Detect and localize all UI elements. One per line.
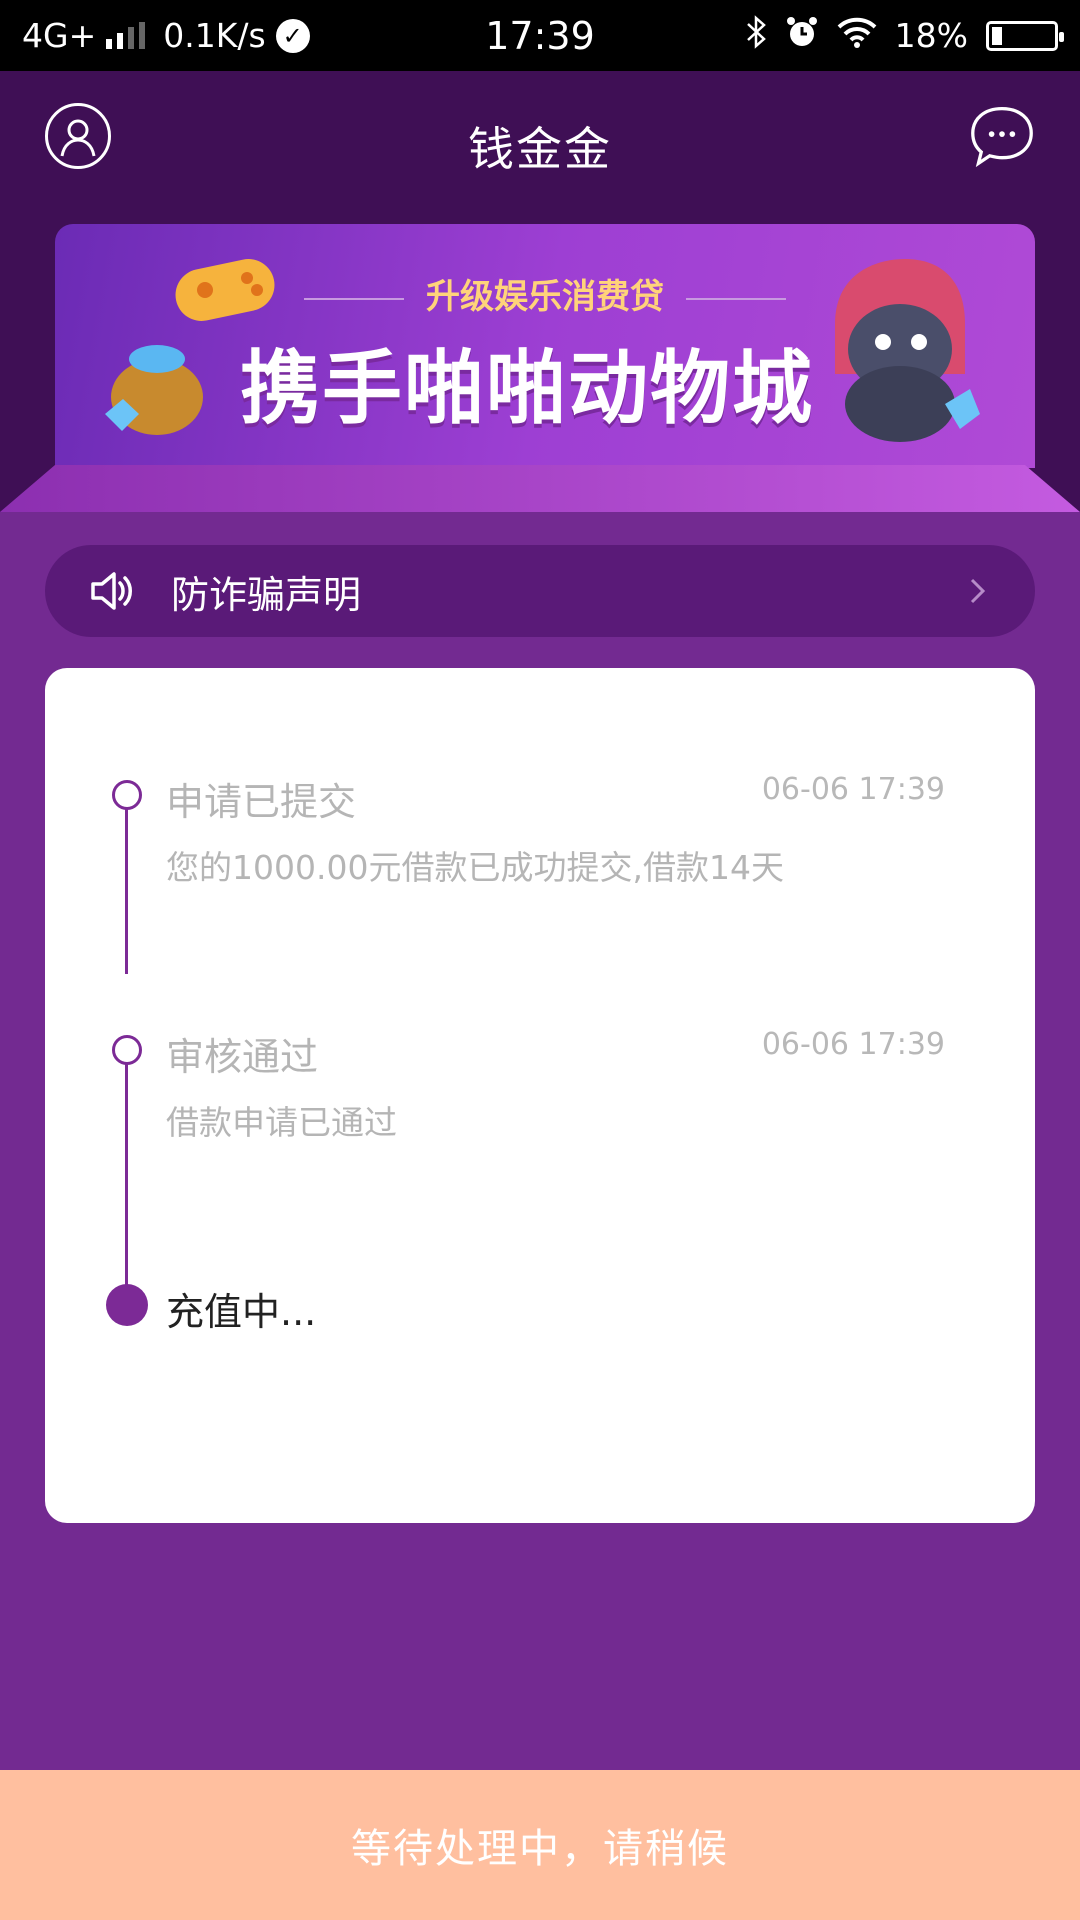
speaker-icon: [91, 572, 132, 610]
network-type: 4G+: [22, 16, 97, 55]
status-bar: 4G+ 0.1K/s ✓ 17:39 18%: [0, 0, 1080, 71]
wifi-icon: [837, 16, 877, 56]
network-speed: 0.1K/s: [163, 16, 266, 55]
money-bag-icon: [105, 345, 203, 435]
profile-button[interactable]: [45, 103, 111, 169]
timeline-node-active: [106, 1284, 148, 1326]
alarm-clock-icon: [785, 15, 819, 57]
wolf-mascot-icon: [835, 259, 980, 442]
check-circle-icon: ✓: [275, 18, 310, 53]
signal-icon: [106, 21, 146, 49]
chat-bubble-icon: [971, 107, 1033, 168]
timeline-node-done: [112, 780, 142, 810]
step-title-current: 充值中...: [166, 1290, 317, 1334]
user-profile-icon: [60, 119, 96, 157]
status-left: 4G+ 0.1K/s ✓: [22, 16, 310, 55]
promo-banner[interactable]: 升级娱乐消费贷 携手啪啪动物城: [55, 224, 1035, 468]
page-title: 钱金金: [468, 122, 612, 176]
banner-subtitle-text: 升级娱乐消费贷: [426, 277, 664, 317]
step-time: 06-06 17:39: [761, 772, 945, 807]
message-button[interactable]: [969, 103, 1035, 169]
app-screen: 4G+ 0.1K/s ✓ 17:39 18% 钱金金 升级娱乐消费贷 携手啪啪动…: [0, 0, 1080, 1920]
status-right: 18%: [745, 14, 1064, 57]
anti-fraud-notice[interactable]: 防诈骗声明: [45, 545, 1035, 637]
battery-percent: 18%: [894, 16, 968, 55]
progress-card: 申请已提交 06-06 17:39 您的1000.00元借款已成功提交,借款14…: [45, 668, 1035, 1523]
step-description: 您的1000.00元借款已成功提交,借款14天: [166, 848, 784, 887]
step-time: 06-06 17:39: [761, 1027, 945, 1062]
banner-section: 升级娱乐消费贷 携手啪啪动物城: [0, 221, 1080, 512]
timeline-connector: [125, 1050, 128, 1306]
step-title: 审核通过: [166, 1035, 319, 1079]
bluetooth-icon: [745, 14, 767, 57]
notice-label: 防诈骗声明: [171, 572, 362, 617]
timeline-connector: [125, 794, 128, 974]
chevron-right-icon: [970, 578, 986, 604]
step-title: 申请已提交: [166, 780, 357, 824]
battery-icon: [986, 20, 1064, 51]
step-description: 借款申请已通过: [166, 1103, 397, 1142]
banner-main-text: 携手啪啪动物城: [240, 342, 814, 435]
app-header: 钱金金: [0, 71, 1080, 221]
waiting-status-button[interactable]: 等待处理中，请稍候: [0, 1770, 1080, 1920]
timeline-node-done: [112, 1035, 142, 1065]
banner-base: [0, 465, 1080, 512]
